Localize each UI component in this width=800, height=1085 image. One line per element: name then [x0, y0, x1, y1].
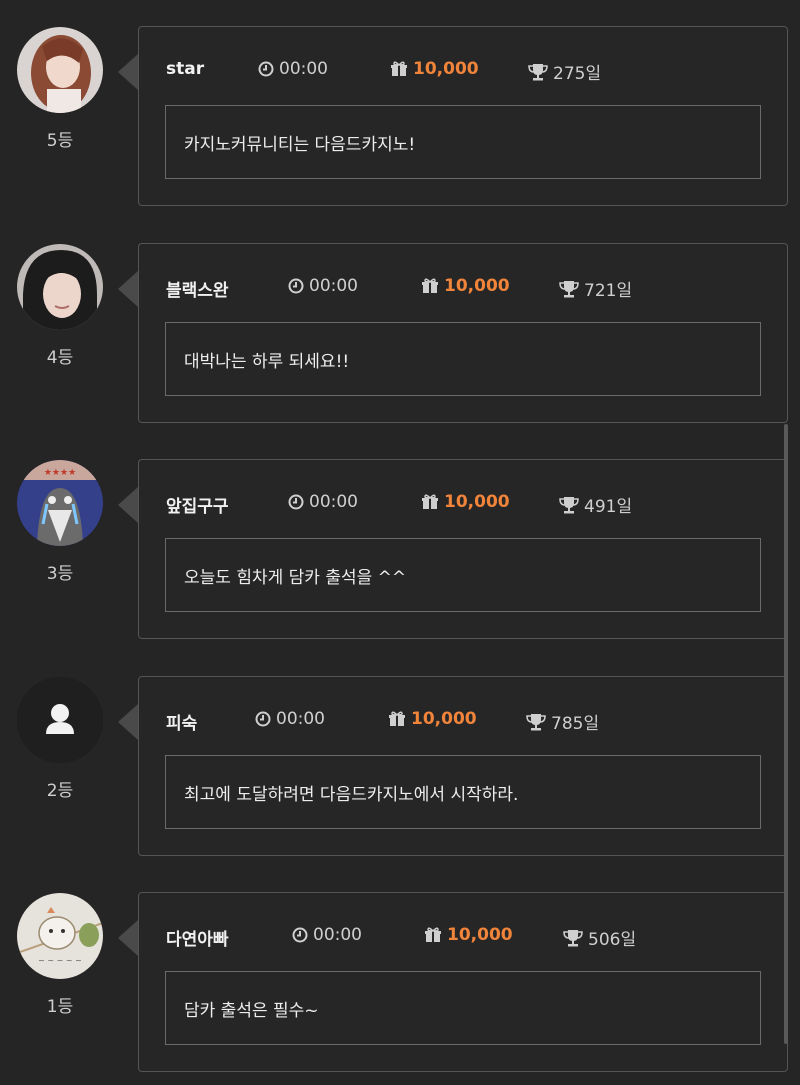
- trophy-icon: [563, 929, 583, 946]
- trophy-icon: [559, 280, 579, 297]
- clock-icon: [288, 494, 304, 510]
- message-box: 카지노커뮤니티는 다음드카지노!: [165, 105, 761, 179]
- message-box: 오늘도 힘차게 담카 출석을 ^^: [165, 538, 761, 612]
- points-value: 10,000: [413, 59, 479, 79]
- entry-meta: 앞집구구 00:00 10,000 491일: [166, 492, 767, 518]
- entry-meta: 다연아빠 00:00 10,000 506일: [166, 925, 767, 951]
- attendance-entry: 5등 star 00:00 10,000 275일 카지노커뮤니티는 다음드카지…: [0, 26, 800, 208]
- days-info: 491일: [559, 492, 632, 517]
- time-value: 00:00: [276, 709, 325, 729]
- time-info: 00:00: [258, 59, 328, 79]
- card-pointer: [118, 487, 138, 523]
- attendance-list: 5등 star 00:00 10,000 275일 카지노커뮤니티는 다음드카지…: [0, 0, 800, 1085]
- attendance-card: 피숙 00:00 10,000 785일 최고에 도달하려면 다음드카지노에서 …: [138, 676, 788, 856]
- rank-label: 1등: [46, 997, 74, 1017]
- card-pointer: [118, 704, 138, 740]
- avatar[interactable]: [17, 27, 103, 113]
- gift-icon: [389, 711, 405, 726]
- days-value: 275일: [553, 64, 602, 84]
- message-text: 오늘도 힘차게 담카 출석을 ^^: [184, 567, 407, 588]
- message-text: 대박나는 하루 되세요!!: [184, 351, 350, 372]
- message-box: 담카 출석은 필수~: [165, 971, 761, 1045]
- gift-icon: [422, 278, 438, 293]
- days-value: 785일: [551, 714, 600, 734]
- scrollbar[interactable]: [784, 424, 788, 1044]
- gift-icon: [391, 61, 407, 76]
- time-info: 00:00: [292, 925, 362, 945]
- rank-label: 5등: [46, 131, 74, 151]
- nickname[interactable]: star: [166, 59, 204, 79]
- attendance-card: 다연아빠 00:00 10,000 506일 담카 출석은 필수~: [138, 892, 788, 1072]
- attendance-card: 앞집구구 00:00 10,000 491일 오늘도 힘차게 담카 출석을 ^^: [138, 459, 788, 639]
- avatar[interactable]: [17, 244, 103, 330]
- rank-label: 4등: [46, 348, 74, 368]
- message-box: 최고에 도달하려면 다음드카지노에서 시작하라.: [165, 755, 761, 829]
- entry-meta: 피숙 00:00 10,000 785일: [166, 709, 767, 735]
- avatar[interactable]: ~ ~ ~ ~ ~: [17, 893, 103, 979]
- attendance-entry: 2등 피숙 00:00 10,000 785일 최고에 도달하려면 다음드카지노…: [0, 676, 800, 858]
- rank-label: 2등: [46, 781, 74, 801]
- clock-icon: [258, 61, 274, 77]
- points-info: 10,000: [421, 492, 510, 512]
- trophy-icon: [559, 496, 579, 513]
- clock-icon: [255, 711, 271, 727]
- days-value: 491일: [584, 497, 633, 517]
- user-icon: [51, 704, 69, 722]
- entry-meta: star 00:00 10,000 275일: [166, 59, 767, 85]
- message-text: 최고에 도달하려면 다음드카지노에서 시작하라.: [184, 784, 519, 805]
- days-info: 275일: [528, 59, 601, 84]
- message-box: 대박나는 하루 되세요!!: [165, 322, 761, 396]
- nickname[interactable]: 피숙: [166, 709, 197, 734]
- gift-icon: [422, 494, 438, 509]
- days-value: 506일: [588, 930, 637, 950]
- nickname[interactable]: 블랙스완: [166, 276, 229, 301]
- points-info: 10,000: [388, 709, 477, 729]
- days-info: 721일: [559, 276, 632, 301]
- message-text: 담카 출석은 필수~: [184, 1000, 319, 1021]
- rank-label: 3등: [46, 564, 74, 584]
- entry-meta: 블랙스완 00:00 10,000 721일: [166, 276, 767, 302]
- svg-text:~ ~ ~ ~ ~: ~ ~ ~ ~ ~: [38, 956, 82, 965]
- time-value: 00:00: [313, 925, 362, 945]
- card-pointer: [118, 271, 138, 307]
- points-value: 10,000: [411, 709, 477, 729]
- points-value: 10,000: [444, 492, 510, 512]
- clock-icon: [288, 278, 304, 294]
- time-info: 00:00: [288, 492, 358, 512]
- points-value: 10,000: [444, 276, 510, 296]
- points-value: 10,000: [447, 925, 513, 945]
- points-info: 10,000: [390, 59, 479, 79]
- avatar[interactable]: [17, 677, 103, 763]
- days-value: 721일: [584, 281, 633, 301]
- days-info: 506일: [563, 925, 636, 950]
- attendance-entry: ~ ~ ~ ~ ~ 1등 다연아빠 00:00 10,000 506일 담카 출…: [0, 892, 800, 1074]
- message-text: 카지노커뮤니티는 다음드카지노!: [184, 134, 416, 155]
- attendance-card: 블랙스완 00:00 10,000 721일 대박나는 하루 되세요!!: [138, 243, 788, 423]
- time-value: 00:00: [309, 492, 358, 512]
- attendance-card: star 00:00 10,000 275일 카지노커뮤니티는 다음드카지노!: [138, 26, 788, 206]
- days-info: 785일: [526, 709, 599, 734]
- points-info: 10,000: [421, 276, 510, 296]
- time-value: 00:00: [279, 59, 328, 79]
- time-info: 00:00: [255, 709, 325, 729]
- trophy-icon: [528, 63, 548, 80]
- time-info: 00:00: [288, 276, 358, 296]
- svg-text:★★★★: ★★★★: [44, 468, 76, 478]
- nickname[interactable]: 다연아빠: [166, 925, 229, 950]
- time-value: 00:00: [309, 276, 358, 296]
- clock-icon: [292, 927, 308, 943]
- avatar[interactable]: ★★★★: [17, 460, 103, 546]
- trophy-icon: [526, 713, 546, 730]
- attendance-entry: 4등 블랙스완 00:00 10,000 721일 대박나는 하루 되세요!!: [0, 243, 800, 425]
- gift-icon: [425, 927, 441, 942]
- nickname[interactable]: 앞집구구: [166, 492, 229, 517]
- points-info: 10,000: [424, 925, 513, 945]
- card-pointer: [118, 54, 138, 90]
- attendance-entry: ★★★★ 3등 앞집구구 00:00 10,000 491일 오늘도 힘차게 담…: [0, 459, 800, 641]
- card-pointer: [118, 920, 138, 956]
